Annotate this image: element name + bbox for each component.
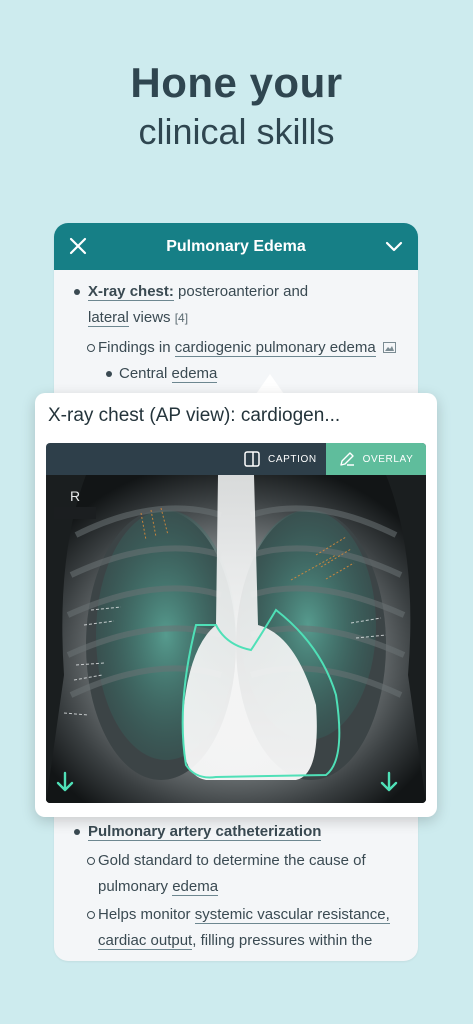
bullet bbox=[87, 911, 95, 919]
pulmonary-artery-catheterization-link[interactable]: Pulmonary artery catheterization bbox=[88, 823, 322, 841]
bullet bbox=[74, 289, 80, 295]
xray-text: posteroanterior and bbox=[178, 283, 309, 300]
list-item: Findings in cardiogenic pulmonary edema bbox=[98, 335, 396, 361]
xray-chest-link[interactable]: X-ray chest: bbox=[88, 283, 174, 301]
pencil-icon bbox=[339, 452, 354, 466]
bullet bbox=[87, 857, 95, 865]
list-item: X-ray chest: posteroanterior and bbox=[88, 279, 308, 305]
popup-pointer bbox=[256, 374, 284, 394]
headline: Hone your clinical skills bbox=[0, 58, 473, 156]
overlay-button[interactable]: OVERLAY bbox=[326, 443, 426, 475]
bullet bbox=[74, 829, 80, 835]
bullet bbox=[106, 371, 112, 377]
findings-text: Findings in bbox=[98, 339, 171, 356]
headline-line1: Hone your bbox=[130, 59, 343, 106]
list-item: cardiac output, filling pressures within… bbox=[98, 928, 372, 954]
xray-graphic: R bbox=[46, 475, 426, 803]
popup-title: X-ray chest (AP view): cardiogen... bbox=[48, 405, 341, 426]
marker-r: R bbox=[70, 488, 80, 504]
pulmonary-text: pulmonary bbox=[98, 878, 169, 895]
caption-button[interactable]: CAPTION bbox=[244, 443, 317, 475]
lateral-link[interactable]: lateral bbox=[88, 309, 129, 327]
bullet bbox=[87, 344, 95, 352]
xray-image[interactable]: R bbox=[46, 475, 426, 803]
list-item: Gold standard to determine the cause of bbox=[98, 848, 366, 874]
list-item: Helps monitor systemic vascular resistan… bbox=[98, 902, 390, 928]
caption-icon bbox=[244, 451, 260, 467]
edema-link-2[interactable]: edema bbox=[172, 878, 219, 896]
arrow-down-icon[interactable] bbox=[55, 771, 75, 793]
image-toolbar: CAPTION OVERLAY bbox=[46, 443, 426, 475]
list-item: lateral views [4] bbox=[88, 305, 188, 331]
cardiogenic-pulmonary-edema-link[interactable]: cardiogenic pulmonary edema bbox=[174, 339, 376, 357]
filling-pressures-text: , filling pressures within the bbox=[192, 932, 373, 949]
helps-monitor-text: Helps monitor bbox=[98, 906, 191, 923]
caption-label: CAPTION bbox=[268, 453, 317, 465]
chevron-down-icon[interactable] bbox=[383, 235, 405, 257]
gold-standard-text: Gold standard to determine the cause of bbox=[98, 852, 366, 869]
systemic-vascular-resistance-link[interactable]: systemic vascular resistance, bbox=[194, 906, 390, 924]
cardiac-output-link[interactable]: cardiac output bbox=[98, 932, 193, 950]
image-popup: X-ray chest (AP view): cardiogen... CAPT… bbox=[35, 393, 437, 817]
headline-line2: clinical skills bbox=[138, 111, 335, 152]
reference-badge[interactable]: [4] bbox=[175, 311, 188, 325]
arrow-down-icon[interactable] bbox=[379, 771, 399, 793]
list-item: Central edema bbox=[119, 361, 218, 387]
edema-link[interactable]: edema bbox=[171, 365, 218, 383]
overlay-label: OVERLAY bbox=[362, 453, 414, 465]
card-title: Pulmonary Edema bbox=[166, 237, 306, 255]
close-icon[interactable] bbox=[67, 235, 89, 257]
card-header: Pulmonary Edema bbox=[54, 223, 418, 270]
list-item: Pulmonary artery catheterization bbox=[88, 819, 322, 845]
central-text: Central bbox=[119, 365, 168, 382]
views-text: views bbox=[133, 309, 171, 326]
list-item: pulmonary edema bbox=[98, 874, 219, 900]
image-icon[interactable] bbox=[382, 342, 396, 353]
